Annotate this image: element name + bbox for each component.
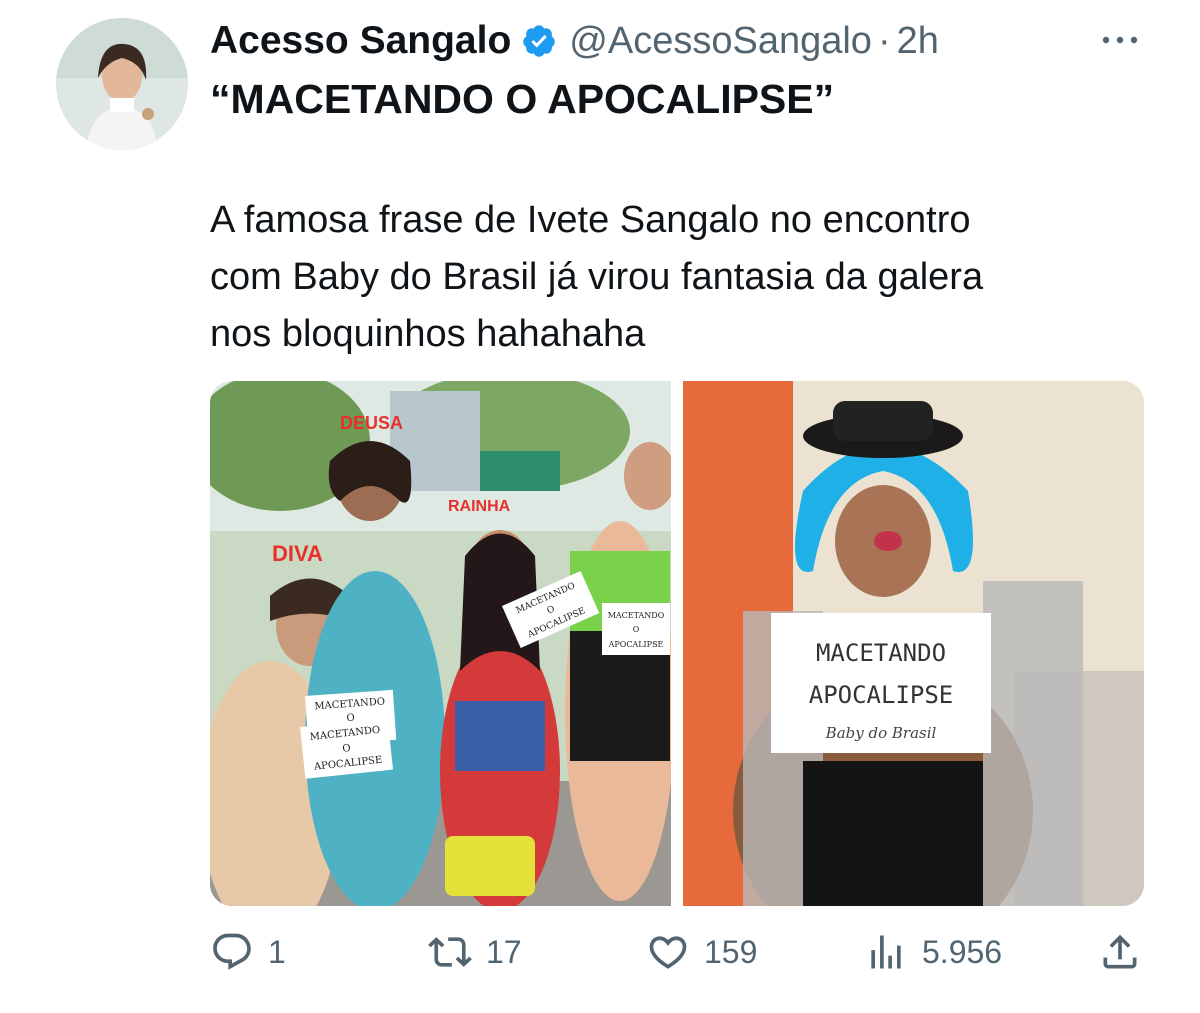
views-icon (871, 935, 901, 969)
sign-bottom: MACETANDO O APOCALIPSE (300, 717, 394, 779)
share-button[interactable] (1098, 926, 1142, 978)
more-icon[interactable] (1096, 24, 1144, 56)
verified-icon (523, 25, 556, 57)
sign-card: MACETANDO APOCALIPSE Baby do Brasil (771, 613, 991, 753)
carnival-group-photo: DIVA DEUSA RAINHA MACETANDO O APOCALIPSE… (210, 381, 671, 906)
svg-text:APOCALIPSE: APOCALIPSE (608, 640, 664, 649)
media-photo-2[interactable]: MACETANDO APOCALIPSE Baby do Brasil (683, 381, 1144, 906)
separator-dot: · (877, 19, 891, 62)
headband-diva: DIVA (272, 541, 323, 566)
headband-deusa: DEUSA (340, 413, 403, 433)
reply-icon (213, 933, 251, 970)
author-handle[interactable]: @AcessoSangalo (569, 20, 872, 63)
share-icon (1103, 934, 1137, 969)
tweet-media[interactable]: DIVA DEUSA RAINHA MACETANDO O APOCALIPSE… (210, 381, 1144, 906)
views-count: 5.956 (922, 933, 1003, 970)
svg-text:APOCALIPSE: APOCALIPSE (809, 681, 954, 709)
tweet-header: Acesso Sangalo @AcessoSangalo · 2h (210, 18, 939, 64)
sign-right: MACETANDO O APOCALIPSE (602, 603, 670, 655)
svg-text:MACETANDO: MACETANDO (608, 611, 665, 620)
tweet-headline: “MACETANDO O APOCALIPSE” (210, 76, 835, 122)
tweet-actions: 1 17 159 5.956 (0, 926, 1200, 978)
repost-button[interactable]: 17 (428, 926, 522, 978)
tweet-text: A famosa frase de Ivete Sangalo no encon… (210, 199, 984, 355)
svg-text:Baby do Brasil: Baby do Brasil (825, 724, 937, 742)
views-button[interactable]: 5.956 (864, 926, 1002, 978)
svg-text:O: O (342, 743, 351, 755)
author-avatar[interactable] (56, 18, 188, 150)
avatar-image (56, 18, 188, 150)
tweet-timestamp[interactable]: 2h (897, 20, 939, 63)
reply-button[interactable]: 1 (210, 926, 286, 978)
svg-text:MACETANDO: MACETANDO (816, 639, 946, 667)
like-icon (649, 936, 687, 969)
repost-count: 17 (486, 933, 522, 970)
like-button[interactable]: 159 (646, 926, 757, 978)
repost-icon (428, 937, 472, 967)
costume-photo: MACETANDO APOCALIPSE Baby do Brasil (683, 381, 1144, 906)
author-name[interactable]: Acesso Sangalo (210, 19, 511, 63)
svg-text:O: O (633, 625, 640, 634)
reply-count: 1 (268, 933, 286, 970)
headband-rainha: RAINHA (448, 498, 511, 515)
like-count: 159 (704, 933, 758, 970)
media-photo-1[interactable]: DIVA DEUSA RAINHA MACETANDO O APOCALIPSE… (210, 381, 671, 906)
